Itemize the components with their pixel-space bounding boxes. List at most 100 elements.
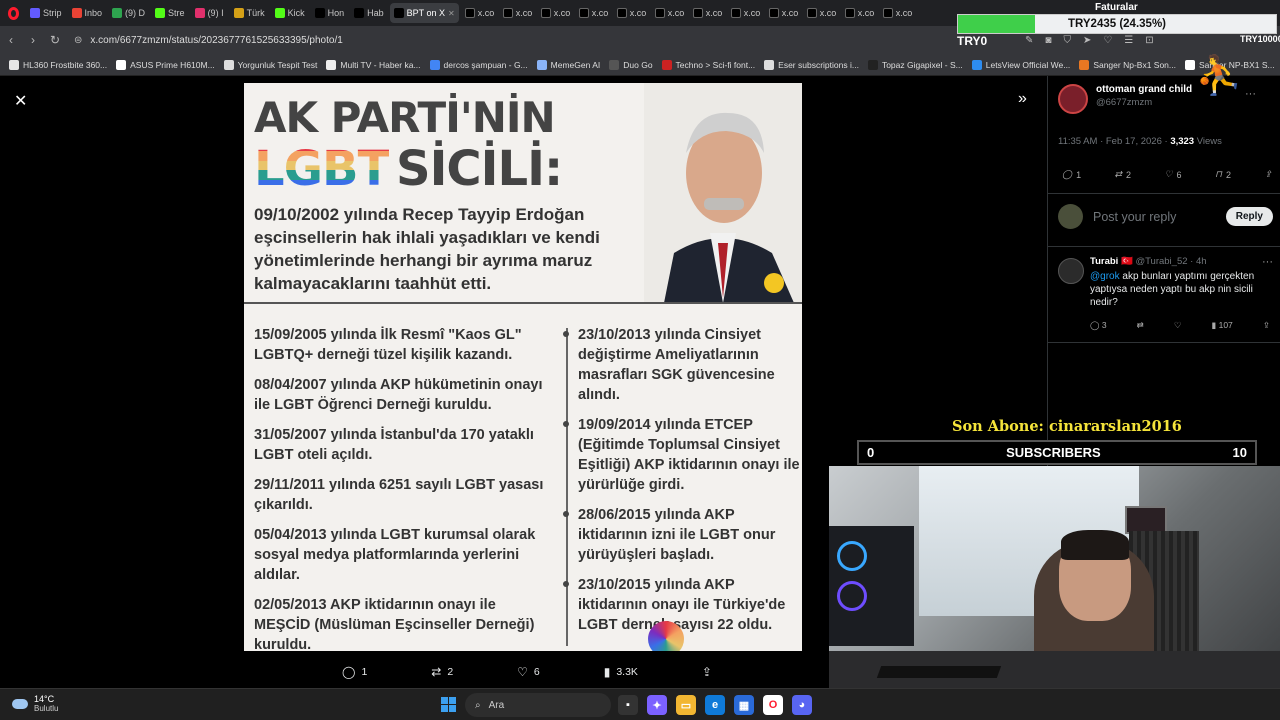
url-field[interactable]: ⊜ x.com/6677zmzm/status/2023677761525633… xyxy=(74,29,674,51)
send-icon[interactable]: ➤ xyxy=(1083,35,1091,46)
browser-tab[interactable]: x.co xyxy=(575,3,611,23)
post-meta: 11:35 AM · Feb 17, 2026 · 3,323 Views xyxy=(1058,136,1222,147)
taskbar-search[interactable]: ⌕ Ara xyxy=(465,693,611,717)
heart-icon[interactable]: ♡ xyxy=(1103,35,1112,46)
views-action[interactable]: ▮ 3.3K xyxy=(604,665,638,679)
bookmark-item[interactable]: Sanger Np-Bx1 Son... xyxy=(1079,59,1176,70)
post-bookmark-button[interactable]: ⊓ 2 xyxy=(1215,169,1231,180)
browser-tab[interactable]: (9) I xyxy=(191,3,228,23)
reply-views-button[interactable]: ▮ 107 xyxy=(1212,320,1233,331)
reply-avatar[interactable] xyxy=(1058,258,1084,284)
close-tab-icon[interactable]: ✕ xyxy=(448,9,455,18)
task-view-icon[interactable]: ▪ xyxy=(618,695,638,715)
copilot-icon[interactable]: ✦ xyxy=(647,695,667,715)
tweet-photo[interactable]: AK PARTİ'NİN LGBT SİCİLİ: 09/10/2002 yıl… xyxy=(244,83,802,651)
browser-tab[interactable]: x.co xyxy=(613,3,649,23)
edge-icon[interactable]: e xyxy=(705,695,725,715)
tab-favicon-icon xyxy=(654,8,665,18)
share-action[interactable]: ⇪ xyxy=(702,665,712,679)
opera-logo-icon[interactable] xyxy=(0,0,26,26)
reply-input[interactable]: Post your reply xyxy=(1093,210,1216,224)
forward-icon[interactable]: › xyxy=(22,33,44,47)
reload-icon[interactable]: ↻ xyxy=(44,33,66,47)
author-handle[interactable]: @6677zmzm xyxy=(1096,97,1192,108)
author-avatar[interactable] xyxy=(1058,84,1088,114)
browser-tab[interactable]: x.co xyxy=(803,3,839,23)
browser-tab[interactable]: x.co xyxy=(461,3,497,23)
browser-tab[interactable]: Inbo xyxy=(68,3,107,23)
post-author[interactable]: ottoman grand child @6677zmzm xyxy=(1058,84,1192,114)
bookmark-item[interactable]: Duo Go xyxy=(609,59,653,70)
search-icon: ⌕ xyxy=(475,699,481,711)
back-icon[interactable]: ‹ xyxy=(0,33,22,47)
browser-tab[interactable]: Hon xyxy=(311,3,349,23)
discord-icon[interactable]: ◕ xyxy=(792,695,812,715)
browser-tab[interactable]: Hab xyxy=(350,3,388,23)
camera-icon[interactable]: ◙ xyxy=(1045,35,1051,46)
tab-label: Stre xyxy=(168,8,185,18)
browser-tab[interactable]: BPT on X ✕ xyxy=(389,3,459,23)
close-icon[interactable]: ✕ xyxy=(14,91,27,111)
tab-favicon-icon xyxy=(768,8,779,18)
bookmark-item[interactable]: Eser subscriptions i... xyxy=(764,59,859,70)
reply-author-name[interactable]: Turabi xyxy=(1090,256,1118,267)
windows-start-icon[interactable] xyxy=(441,697,456,712)
reply-mention[interactable]: @grok xyxy=(1090,271,1120,282)
bookmark-item[interactable]: dercos şampuan - G... xyxy=(429,59,528,70)
repost-action[interactable]: ⇄ 2 xyxy=(431,665,453,679)
site-info-icon[interactable]: ⊜ xyxy=(74,35,82,46)
bookmark-item[interactable]: LetsView Official We... xyxy=(971,59,1070,70)
reply-share-button[interactable]: ⇪ xyxy=(1263,320,1270,331)
file-explorer-icon[interactable]: ▭ xyxy=(676,695,696,715)
reply-like-button[interactable]: ♡ xyxy=(1174,320,1182,331)
bookmark-item[interactable]: Topaz Gigapixel - S... xyxy=(867,59,963,70)
reply-reply-button[interactable]: ◯ 3 xyxy=(1090,320,1107,331)
bookmark-item[interactable]: Multi TV - Haber ka... xyxy=(326,59,421,70)
post-like-button[interactable]: ♡ 6 xyxy=(1164,169,1181,180)
reply-handle[interactable]: @Turabi_52 · 4h xyxy=(1135,256,1206,267)
bookmark-item[interactable]: ASUS Prime H610M... xyxy=(116,59,215,70)
browser-tab[interactable]: Türk xyxy=(230,3,269,23)
weather-widget[interactable]: 14°C Bulutlu xyxy=(12,694,58,713)
edit-icon[interactable]: ✎ xyxy=(1025,35,1033,46)
timeline-item: 08/04/2007 yılında AKP hükümetinin onayı… xyxy=(254,377,543,413)
post-repost-button[interactable]: ⇄ 2 xyxy=(1115,169,1132,180)
browser-tab[interactable]: x.co xyxy=(879,3,915,23)
browser-tab[interactable]: (9) D xyxy=(108,3,149,23)
post-reply-button[interactable]: ◯ 1 xyxy=(1062,169,1081,180)
browser-tab[interactable]: x.co xyxy=(727,3,763,23)
taskbar-apps: ▪ ✦ ▭ e ▦ O ◕ xyxy=(618,695,812,715)
reply-action[interactable]: ◯ 1 xyxy=(342,665,367,679)
expand-sidebar-icon[interactable]: » xyxy=(1018,90,1027,108)
bookmark-item[interactable]: HL360 Frostbite 360... xyxy=(9,59,107,70)
post-like-count: 6 xyxy=(1176,169,1182,180)
bookmark-favicon-icon xyxy=(764,59,775,70)
opera-icon[interactable]: O xyxy=(763,695,783,715)
like-action[interactable]: ♡ 6 xyxy=(517,665,540,679)
browser-tab[interactable]: Strip xyxy=(26,3,66,23)
browser-tab[interactable]: x.co xyxy=(841,3,877,23)
bookmark-item[interactable]: Techno > Sci-fi font... xyxy=(661,59,755,70)
browser-tab[interactable]: Stre xyxy=(151,3,189,23)
more-options-icon[interactable]: ··· xyxy=(1262,256,1273,268)
reply-button[interactable]: Reply xyxy=(1225,207,1273,226)
post-share-button[interactable]: ⇪ xyxy=(1264,169,1272,180)
author-name[interactable]: ottoman grand child xyxy=(1096,84,1192,95)
post-time[interactable]: 11:35 AM · Feb 17, 2026 · xyxy=(1058,136,1170,147)
reply-repost-button[interactable]: ⇄ xyxy=(1137,320,1144,331)
browser-tab[interactable]: Kick xyxy=(271,3,309,23)
tab-label: x.co xyxy=(705,8,723,18)
menu-icon[interactable]: ☰ xyxy=(1124,35,1133,46)
more-options-icon[interactable]: ··· xyxy=(1245,88,1256,100)
browser-tab[interactable]: x.co xyxy=(499,3,535,23)
shield-icon[interactable]: ⛉ xyxy=(1063,35,1071,46)
browser-tab[interactable]: x.co xyxy=(689,3,725,23)
store-icon[interactable]: ▦ xyxy=(734,695,754,715)
lock-icon[interactable]: ⊡ xyxy=(1145,35,1153,46)
bookmark-item[interactable]: MemeGen AI xyxy=(536,59,600,70)
browser-tab[interactable]: x.co xyxy=(537,3,573,23)
browser-tab[interactable]: x.co xyxy=(651,3,687,23)
tab-favicon-icon xyxy=(882,8,893,18)
browser-tab[interactable]: x.co xyxy=(765,3,801,23)
bookmark-item[interactable]: Yorgunluk Tespit Test xyxy=(223,59,317,70)
